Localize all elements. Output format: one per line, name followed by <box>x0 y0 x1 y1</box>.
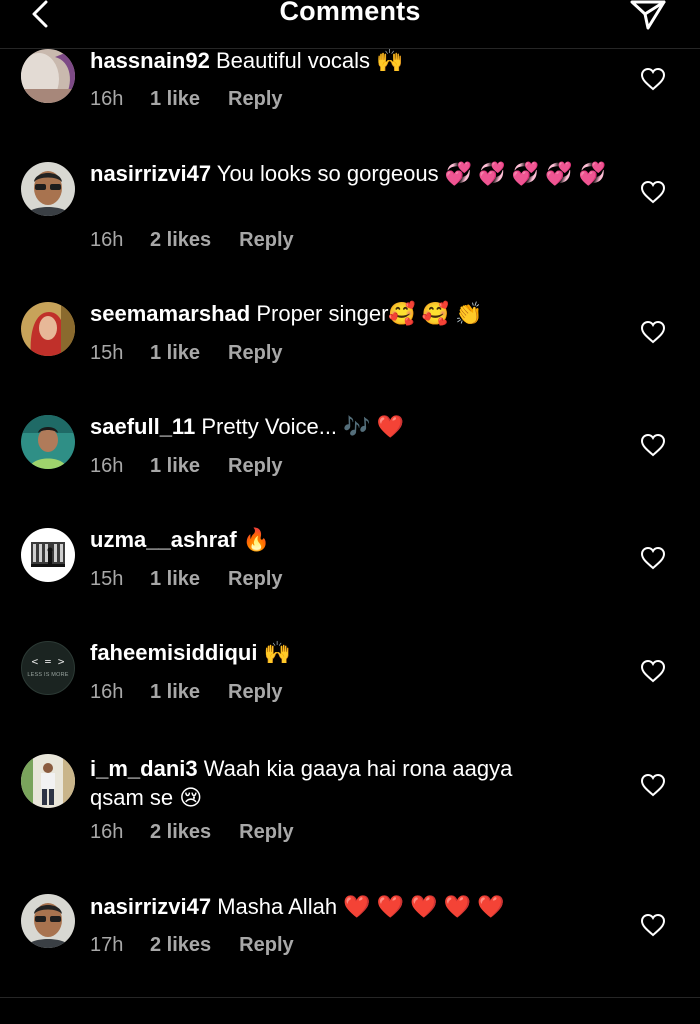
heart-outline-icon[interactable] <box>640 67 666 91</box>
avatar-image <box>21 754 75 808</box>
heart-outline-icon[interactable] <box>640 180 666 204</box>
comment-meta: 16h 1 like Reply <box>90 681 283 704</box>
comment-meta: 17h 2 likes Reply <box>90 934 294 957</box>
reply-button[interactable]: Reply <box>239 934 293 957</box>
comment-meta: 16h 2 likes Reply <box>90 821 294 844</box>
heart-outline-icon[interactable] <box>640 433 666 457</box>
heart-outline-icon[interactable] <box>640 320 666 344</box>
avatar[interactable] <box>21 528 75 582</box>
avatar[interactable] <box>21 415 75 469</box>
avatar-image <box>21 49 75 103</box>
reply-button[interactable]: Reply <box>228 681 282 704</box>
reply-button[interactable]: Reply <box>228 455 282 478</box>
comment-time: 16h <box>90 88 124 110</box>
avatar-image <box>21 894 75 948</box>
avatar[interactable] <box>21 894 75 948</box>
share-button[interactable] <box>628 0 668 34</box>
comment-text: uzma__ashraf 🔥 <box>90 525 610 554</box>
heart-outline-icon[interactable] <box>640 913 666 937</box>
comment-username[interactable]: seemamarshad <box>90 301 250 326</box>
header-bar: Comments <box>0 0 700 49</box>
comment-text: faheemisiddiqui 🙌 <box>90 638 610 667</box>
comment-likes[interactable]: 2 likes <box>150 229 211 252</box>
comment-body: 🔥 <box>242 527 271 552</box>
comment-body: Proper singer🥰 🥰 👏 <box>256 301 483 326</box>
avatar[interactable]: < = > LESS IS MORE <box>21 641 75 695</box>
comment-likes[interactable]: 1 like <box>150 568 200 591</box>
comment-text: saefull_11 Pretty Voice... 🎶 ❤️ <box>90 412 610 441</box>
reply-button[interactable]: Reply <box>228 88 282 111</box>
heart-outline-icon[interactable] <box>640 659 666 683</box>
comment-time: 16h <box>90 229 124 251</box>
comment-body: Pretty Voice... 🎶 ❤️ <box>201 414 405 439</box>
comment-meta: 16h 1 like Reply <box>90 88 283 111</box>
comment-body: 🙌 <box>263 640 292 665</box>
avatar-code: < = > <box>31 655 65 668</box>
comment-time: 16h <box>90 821 124 843</box>
avatar[interactable] <box>21 754 75 808</box>
comment-time: 16h <box>90 681 124 703</box>
comment-time: 15h <box>90 568 124 590</box>
avatar-image <box>21 528 75 582</box>
comment-likes[interactable]: 2 likes <box>150 934 211 957</box>
reply-button[interactable]: Reply <box>228 568 282 591</box>
bottom-divider <box>0 997 700 998</box>
comment-likes[interactable]: 2 likes <box>150 821 211 844</box>
paper-plane-icon <box>630 0 666 30</box>
page-title: Comments <box>279 0 421 26</box>
comment-meta: 16h 1 like Reply <box>90 455 283 478</box>
heart-outline-icon[interactable] <box>640 773 666 797</box>
reply-button[interactable]: Reply <box>239 821 293 844</box>
avatar-caption: LESS IS MORE <box>27 672 69 678</box>
comment-time: 17h <box>90 934 124 956</box>
comment-likes[interactable]: 1 like <box>150 342 200 365</box>
avatar-image <box>21 162 75 216</box>
comment-meta: 15h 1 like Reply <box>90 342 283 365</box>
reply-button[interactable]: Reply <box>228 342 282 365</box>
avatar[interactable] <box>21 302 75 356</box>
comment-text: nasirrizvi47 You looks so gorgeous 💞 💞 💞… <box>90 159 610 188</box>
heart-outline-icon[interactable] <box>640 546 666 570</box>
comment-likes[interactable]: 1 like <box>150 455 200 478</box>
comment-meta: 15h 1 like Reply <box>90 568 283 591</box>
comment-username[interactable]: hassnain92 <box>90 48 210 73</box>
reply-button[interactable]: Reply <box>239 229 293 252</box>
comment-username[interactable]: faheemisiddiqui <box>90 640 257 665</box>
avatar-image <box>21 302 75 356</box>
comment-body: You looks so gorgeous 💞 💞 💞 💞 💞 <box>216 161 607 186</box>
comment-body: Masha Allah ❤️ ❤️ ❤️ ❤️ ❤️ <box>217 894 505 919</box>
comment-likes[interactable]: 1 like <box>150 88 200 111</box>
comment-likes[interactable]: 1 like <box>150 681 200 704</box>
avatar-image <box>21 415 75 469</box>
avatar[interactable] <box>21 162 75 216</box>
comment-text: hassnain92 Beautiful vocals 🙌 <box>90 46 610 75</box>
comment-username[interactable]: saefull_11 <box>90 414 195 439</box>
comment-text: nasirrizvi47 Masha Allah ❤️ ❤️ ❤️ ❤️ ❤️ <box>90 892 610 921</box>
comment-username[interactable]: nasirrizvi47 <box>90 894 211 919</box>
comment-meta: 16h 2 likes Reply <box>90 229 294 252</box>
comment-time: 16h <box>90 455 124 477</box>
comment-text: i_m_dani3 Waah kia gaaya hai rona aagya … <box>90 754 570 812</box>
comment-username[interactable]: uzma__ashraf <box>90 527 237 552</box>
comment-text: seemamarshad Proper singer🥰 🥰 👏 <box>90 299 610 328</box>
avatar[interactable] <box>21 49 75 103</box>
comment-body: Beautiful vocals 🙌 <box>215 48 404 73</box>
comment-time: 15h <box>90 342 124 364</box>
comment-username[interactable]: nasirrizvi47 <box>90 161 211 186</box>
comment-username[interactable]: i_m_dani3 <box>90 756 198 781</box>
